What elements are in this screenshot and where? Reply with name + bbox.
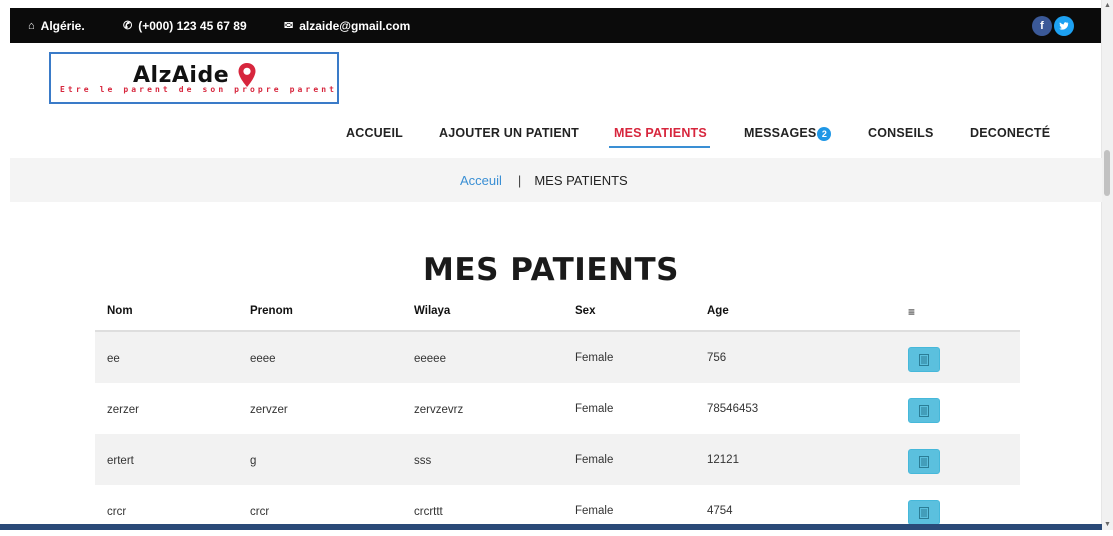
page-title: MES PATIENTS: [423, 252, 679, 288]
cell-prenom: eeee: [250, 353, 276, 365]
cell-wilaya: sss: [414, 455, 432, 467]
column-header-actions-icon: ≡: [908, 305, 916, 319]
breadcrumb-band: Acceuil | MES PATIENTS: [10, 158, 1102, 202]
view-patient-button[interactable]: [908, 398, 940, 423]
window-top-edge: [0, 0, 1113, 8]
cell-age: 756: [707, 352, 727, 364]
nav-item-mes-patients[interactable]: MES PATIENTS: [614, 126, 707, 140]
nav-item-conseils[interactable]: CONSEILS: [868, 126, 934, 140]
cell-wilaya: eeeee: [414, 353, 446, 365]
logo-tagline: Etre le parent de son propre parent: [60, 85, 338, 94]
cell-sex: Female: [575, 352, 614, 364]
os-taskbar-edge: [0, 524, 1102, 530]
nav-item-accueil[interactable]: ACCUEIL: [346, 126, 403, 140]
cell-age: 4754: [707, 505, 733, 517]
breadcrumb-current: MES PATIENTS: [534, 173, 628, 188]
patients-table: Nom Prenom Wilaya Sex Age ≡ ee eeee eeee…: [95, 296, 1020, 536]
nav-item-ajouter-patient[interactable]: AJOUTER UN PATIENT: [439, 126, 579, 140]
active-nav-underline: [609, 146, 710, 148]
cell-nom: ertert: [107, 455, 134, 467]
site-logo[interactable]: AlzAide Etre le parent de son propre par…: [49, 52, 339, 104]
email-text: alzaide@gmail.com: [299, 18, 411, 33]
breadcrumb: Acceuil | MES PATIENTS: [460, 173, 628, 188]
cell-sex: Female: [575, 403, 614, 415]
contact-topbar: ⌂ Algérie. ✆ (+000) 123 45 67 89 ✉ alzai…: [10, 8, 1102, 43]
scroll-down-icon[interactable]: ▼: [1104, 521, 1111, 528]
nav-item-messages-label: MESSAGES: [744, 126, 817, 140]
view-patient-button[interactable]: [908, 449, 940, 474]
cell-sex: Female: [575, 454, 614, 466]
envelope-icon: ✉: [284, 20, 294, 32]
phone-info: ✆ (+000) 123 45 67 89: [123, 8, 247, 43]
table-header: Nom Prenom Wilaya Sex Age ≡: [95, 296, 1020, 332]
breadcrumb-separator: |: [517, 173, 522, 188]
location-info: ⌂ Algérie.: [28, 8, 85, 43]
home-icon: ⌂: [28, 19, 35, 32]
column-header-nom: Nom: [107, 305, 133, 317]
column-header-age: Age: [707, 305, 729, 317]
cell-prenom: zervzer: [250, 404, 288, 416]
column-header-prenom: Prenom: [250, 305, 293, 317]
nav-item-deconnecte[interactable]: DECONECTÉ: [970, 126, 1050, 140]
cell-prenom: g: [250, 455, 257, 467]
cell-nom: zerzer: [107, 404, 139, 416]
column-header-sex: Sex: [575, 305, 596, 317]
column-header-wilaya: Wilaya: [414, 305, 451, 317]
main-navigation: ACCUEIL AJOUTER UN PATIENT MES PATIENTS …: [0, 118, 1100, 152]
view-patient-button[interactable]: [908, 347, 940, 372]
cell-nom: ee: [107, 353, 120, 365]
table-row: ertert g sss Female 12121: [95, 434, 1020, 485]
scrollbar-thumb[interactable]: [1104, 150, 1110, 196]
cell-sex: Female: [575, 505, 614, 517]
location-text: Algérie.: [40, 18, 85, 33]
nav-item-messages[interactable]: MESSAGES 2: [744, 126, 832, 141]
phone-icon: ✆: [123, 20, 133, 32]
email-info: ✉ alzaide@gmail.com: [284, 8, 410, 43]
table-row: ee eeee eeeee Female 756: [95, 332, 1020, 383]
cell-prenom: crcr: [250, 506, 270, 518]
document-icon: [919, 353, 929, 366]
cell-wilaya: crcrttt: [414, 506, 443, 518]
twitter-icon[interactable]: [1054, 16, 1074, 36]
breadcrumb-home-link[interactable]: Acceuil: [460, 173, 502, 188]
twitter-bird-icon: [1059, 22, 1069, 30]
document-icon: [919, 506, 929, 519]
table-row: zerzer zervzer zervzevrz Female 78546453: [95, 383, 1020, 434]
vertical-scrollbar[interactable]: ▲ ▼: [1101, 0, 1113, 530]
scroll-up-icon[interactable]: ▲: [1104, 2, 1111, 9]
document-icon: [919, 404, 929, 417]
cell-age: 78546453: [707, 403, 759, 415]
phone-text: (+000) 123 45 67 89: [138, 18, 247, 33]
document-icon: [919, 455, 929, 468]
cell-nom: crcr: [107, 506, 127, 518]
messages-count-badge: 2: [817, 126, 832, 141]
view-patient-button[interactable]: [908, 500, 940, 525]
facebook-icon[interactable]: f: [1032, 16, 1052, 36]
cell-age: 12121: [707, 454, 739, 466]
cell-wilaya: zervzevrz: [414, 404, 464, 416]
